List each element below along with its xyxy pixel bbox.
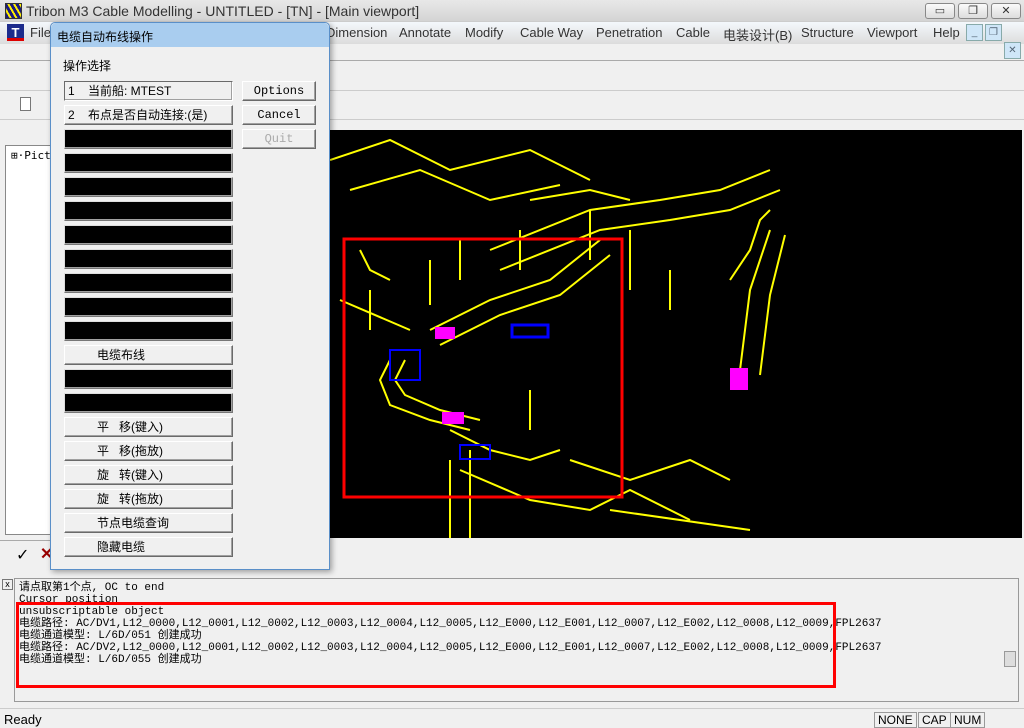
output-highlight-box <box>16 602 836 688</box>
rotate-type-button[interactable]: 旋 转(键入) <box>64 465 233 485</box>
menu-structure[interactable]: Structure <box>801 25 854 40</box>
mdi-restore-button[interactable]: ❐ <box>985 24 1002 41</box>
mdi-minimize-button[interactable]: _ <box>966 24 983 41</box>
auto-connect-button[interactable]: 2 布点是否自动连接:(是) <box>64 105 233 125</box>
menu-dimension[interactable]: Dimension <box>326 25 387 40</box>
menu-cable[interactable]: Cable <box>676 25 710 40</box>
option-button-5[interactable] <box>64 177 233 197</box>
status-none: NONE <box>874 712 917 728</box>
status-cap: CAP <box>918 712 951 728</box>
move-drag-button[interactable]: 平 移(拖放) <box>64 441 233 461</box>
menu-file[interactable]: File <box>30 25 51 40</box>
option-button-6[interactable] <box>64 201 233 221</box>
dialog-title: 电缆自动布线操作 <box>51 23 329 47</box>
menu-cable-way[interactable]: Cable Way <box>520 25 583 40</box>
node-cable-query-button[interactable]: 节点电缆查询 <box>64 513 233 533</box>
option-button-7[interactable] <box>64 225 233 245</box>
app-icon <box>5 3 22 19</box>
mdi-close-button[interactable]: ✕ <box>1004 42 1021 59</box>
new-file-icon[interactable] <box>20 97 31 111</box>
option-button-10[interactable] <box>64 297 233 317</box>
cancel-button[interactable]: Cancel <box>242 105 316 125</box>
status-text: Ready <box>4 712 42 727</box>
minimize-button[interactable]: ▭ <box>925 3 955 19</box>
output-scrollbar-thumb[interactable] <box>1004 651 1016 667</box>
option-button-3[interactable] <box>64 129 233 149</box>
tree-item-label: Pict <box>24 149 51 162</box>
output-line: 请点取第1个点, OC to end <box>19 582 165 594</box>
quit-button: Quit <box>242 129 316 149</box>
menu-modify[interactable]: Modify <box>465 25 503 40</box>
cad-model-drawing <box>329 138 786 538</box>
option-button-14[interactable] <box>64 393 233 413</box>
close-output-icon[interactable]: x <box>2 579 13 590</box>
hide-cable-button[interactable]: 隐藏电缆 <box>64 537 233 557</box>
cable-routing-button[interactable]: 电缆布线 <box>64 345 233 365</box>
accept-icon[interactable]: ✓ <box>16 545 29 565</box>
status-bar: Ready NONE CAP NUM <box>0 708 1024 728</box>
menu-electrical-design[interactable]: 电装设计(B) <box>723 25 792 44</box>
menu-penetration[interactable]: Penetration <box>596 25 663 40</box>
option-button-13[interactable] <box>64 369 233 389</box>
cable-tray-model <box>329 138 786 538</box>
group-label: 操作选择 <box>63 59 112 73</box>
selected-parts <box>389 323 748 460</box>
restore-button[interactable]: ❐ <box>958 3 988 19</box>
main-viewport[interactable] <box>329 130 1022 538</box>
option-button-9[interactable] <box>64 273 233 293</box>
close-button[interactable]: ✕ <box>991 3 1021 19</box>
option-button-8[interactable] <box>64 249 233 269</box>
window-title: Tribon M3 Cable Modelling - UNTITLED - [… <box>26 3 420 19</box>
option-button-11[interactable]: 电缆布线 <box>64 321 233 341</box>
option-button-4[interactable] <box>64 153 233 173</box>
current-ship-button[interactable]: 1 当前船: MTEST <box>64 81 233 101</box>
rotate-drag-button[interactable]: 旋 转(拖放) <box>64 489 233 509</box>
options-button[interactable]: Options <box>242 81 316 101</box>
menu-viewport[interactable]: Viewport <box>867 25 917 40</box>
tribon-logo-icon: T <box>7 24 24 41</box>
menu-help[interactable]: Help <box>933 25 960 40</box>
status-num: NUM <box>950 712 986 728</box>
title-bar: Tribon M3 Cable Modelling - UNTITLED - [… <box>0 0 1024 22</box>
auto-routing-dialog: 电缆自动布线操作 操作选择 1 当前船: MTEST 2 布点是否自动连接:(是… <box>50 22 330 570</box>
tree-item-pictures[interactable]: ⊞·Pict <box>11 149 51 162</box>
menu-annotate[interactable]: Annotate <box>399 25 451 40</box>
move-type-button[interactable]: 平 移(键入) <box>64 417 233 437</box>
